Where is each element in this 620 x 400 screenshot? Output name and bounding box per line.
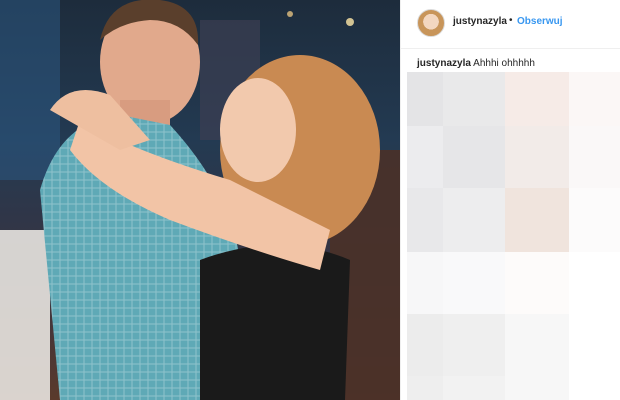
blur-block [443, 188, 505, 252]
blur-block [505, 314, 569, 376]
blur-block [407, 252, 443, 314]
instagram-post: justynazyla • Obserwuj justynazyla Ahhhi… [0, 0, 620, 400]
blur-block [443, 126, 505, 188]
blur-block [505, 188, 569, 252]
blur-block [569, 126, 620, 188]
follow-button[interactable]: Obserwuj [517, 16, 563, 27]
blurred-comments-area [407, 72, 620, 400]
blur-block [407, 376, 443, 400]
post-header: justynazyla • Obserwuj [401, 0, 620, 49]
caption-username[interactable]: justynazyla [417, 58, 471, 69]
post-photo [0, 0, 400, 400]
blur-block [569, 72, 620, 126]
blur-block [505, 126, 569, 188]
post-caption: justynazyla Ahhhi ohhhhh [417, 58, 535, 69]
post-side-panel: justynazyla • Obserwuj justynazyla Ahhhi… [400, 0, 620, 400]
blur-block [443, 252, 505, 314]
separator-dot: • [509, 15, 513, 26]
blur-block [407, 188, 443, 252]
blur-block [505, 376, 569, 400]
blur-block [569, 188, 620, 252]
blur-block [443, 72, 505, 126]
avatar[interactable] [417, 9, 445, 37]
blur-block [443, 376, 505, 400]
blur-block [505, 252, 569, 314]
blur-block [407, 72, 443, 126]
blur-block [443, 314, 505, 376]
blur-block [407, 126, 443, 188]
blur-block [407, 314, 443, 376]
photo-illustration [0, 0, 400, 400]
header-username[interactable]: justynazyla [453, 16, 507, 27]
caption-text: Ahhhi ohhhhh [473, 58, 535, 69]
blur-block [505, 72, 569, 126]
